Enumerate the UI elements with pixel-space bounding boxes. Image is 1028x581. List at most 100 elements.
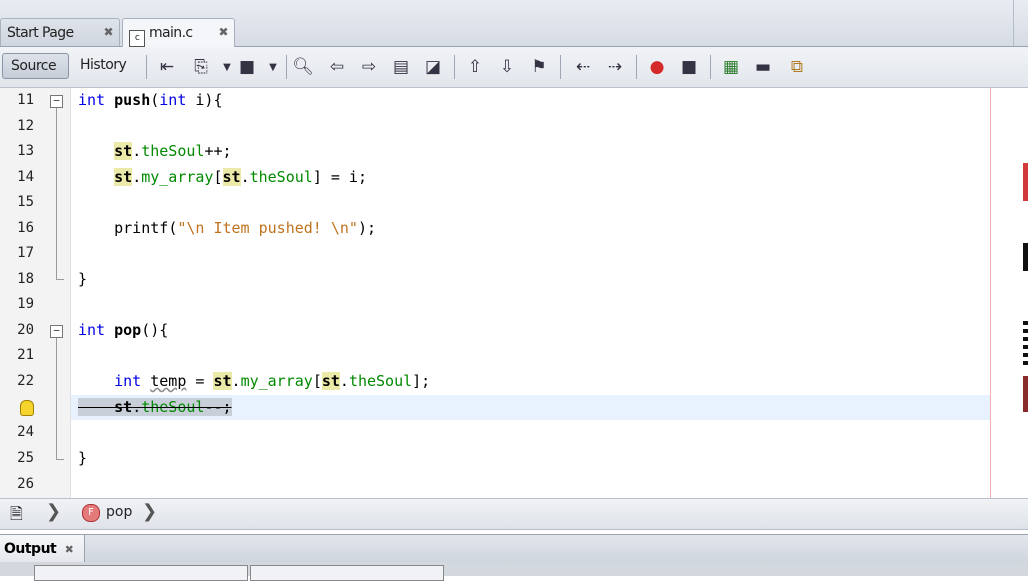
comment-icon[interactable]: ▦ (720, 56, 742, 78)
identifier-highlight: st (114, 142, 133, 160)
previous-bookmark-icon[interactable]: ⇧ (464, 56, 486, 78)
output-panel-header: Output ✖ (0, 534, 1028, 563)
fold-collapse-icon[interactable]: − (50, 95, 63, 108)
window-edge (1013, 0, 1028, 46)
last-edit-icon[interactable]: ⎘ (190, 56, 212, 78)
function-name: push (114, 91, 151, 109)
toolbar-separator (636, 55, 637, 79)
format-icon[interactable]: ⧉ (786, 56, 808, 78)
member-name: my_array (240, 372, 313, 390)
tab-start-page-label: Start Page (7, 25, 74, 41)
toolbar-separator (286, 55, 287, 79)
find-selection-icon[interactable]: ▤ (390, 56, 412, 78)
tab-main-c-label: main.c (149, 25, 193, 41)
next-bookmark-icon[interactable]: ⇩ (496, 56, 518, 78)
output-subtab[interactable] (250, 565, 444, 581)
file-icon[interactable]: 🗎 (10, 503, 23, 530)
member-name: my_array (141, 168, 214, 186)
editor-toolbar: Source History ⇤ ⎘ ▼ ■ ▼ 🔍︎ ⇦ ⇨ ▤ ◪ ⇧ ⇩ … (0, 47, 1028, 88)
stop-macro-icon[interactable]: ■ (678, 56, 700, 78)
error-stripe-marker[interactable] (1023, 321, 1028, 366)
uncomment-icon[interactable]: ▬ (752, 56, 774, 78)
output-tab[interactable]: Output ✖ (0, 535, 85, 563)
line-number: 14 (17, 169, 34, 185)
keyword: int (78, 321, 106, 339)
error-stripe-marker[interactable] (1023, 376, 1028, 412)
closing-brace: } (78, 449, 88, 467)
fold-guide-line (56, 338, 57, 459)
error-stripe-marker[interactable] (1023, 243, 1028, 271)
code-text: ] = i; (312, 168, 367, 186)
keyword: int (159, 91, 187, 109)
line-number: 19 (17, 296, 34, 312)
right-margin-line (990, 88, 991, 498)
output-subtabs (0, 562, 1028, 581)
shift-left-icon[interactable]: ⇠ (572, 56, 594, 78)
code-text: ++; (204, 142, 232, 160)
member-name: theSoul (249, 168, 313, 186)
code-editor[interactable]: 11 12 13 14 15 16 17 18 19 20 21 22 24 2… (0, 88, 1028, 498)
close-icon[interactable]: ✖ (104, 25, 114, 39)
toggle-bookmark-icon[interactable]: ⚑ (528, 56, 550, 78)
function-icon: F (82, 504, 100, 522)
code-text: i){ (186, 91, 223, 109)
lightbulb-hint-icon[interactable] (20, 400, 34, 416)
code-line: int pop(){ (78, 321, 168, 339)
find-next-icon[interactable]: ⇨ (358, 56, 380, 78)
chevron-down-icon[interactable]: ▼ (216, 56, 238, 78)
editor-tab-bar: Start Page ✖ c main.c ✖ (0, 0, 1028, 47)
member-name: theSoul (348, 372, 413, 390)
toolbar-separator (146, 55, 147, 79)
output-subtab[interactable] (34, 565, 248, 581)
fold-end-marker (56, 279, 64, 280)
closing-brace: } (78, 270, 88, 288)
identifier-highlight: st (222, 168, 241, 186)
line-number: 22 (17, 373, 34, 389)
record-macro-icon[interactable]: ● (646, 56, 668, 78)
line-number: 16 (17, 220, 34, 236)
code-line: printf("\n Item pushed! \n"); (114, 219, 377, 237)
identifier-highlight: st (114, 168, 133, 186)
find-previous-icon[interactable]: ⇦ (326, 56, 348, 78)
fold-end-marker (56, 459, 64, 460)
line-number: 25 (17, 450, 34, 466)
line-number: 11 (17, 92, 34, 108)
line-number: 26 (17, 476, 34, 492)
history-button[interactable]: History (72, 53, 136, 79)
code-text: ]; (412, 372, 431, 390)
line-number: 21 (17, 347, 34, 363)
chevron-right-icon: ❯ (46, 501, 62, 522)
function-name: pop (114, 321, 142, 339)
output-tab-label: Output (4, 541, 57, 557)
keyword: int (114, 372, 142, 390)
toolbar-separator (710, 55, 711, 79)
identifier-highlight: st (213, 372, 232, 390)
code-line: int temp = st.my_array[st.theSoul]; (114, 372, 431, 390)
line-number: 18 (17, 271, 34, 287)
source-button[interactable]: Source (2, 53, 69, 79)
error-stripe-marker[interactable] (1023, 163, 1028, 201)
forward-icon[interactable]: ■ (236, 56, 258, 78)
variable-name: temp (150, 372, 187, 390)
code-text: --; (204, 398, 232, 416)
shift-right-icon[interactable]: ⇢ (604, 56, 626, 78)
identifier-highlight: st (321, 372, 340, 390)
fold-collapse-icon[interactable]: − (50, 325, 63, 338)
chevron-right-icon: ❯ (142, 501, 158, 522)
breadcrumb-bar: 🗎 ❯ F pop ❯ (0, 498, 1028, 530)
back-icon[interactable]: ⇤ (156, 56, 178, 78)
line-number: 13 (17, 143, 34, 159)
breadcrumb-function[interactable]: pop (106, 504, 132, 520)
toggle-highlight-icon[interactable]: ◪ (422, 56, 444, 78)
line-number: 20 (17, 322, 34, 338)
member-name: theSoul (141, 398, 205, 416)
close-icon[interactable]: ✖ (219, 25, 229, 39)
chevron-down-icon[interactable]: ▼ (262, 56, 284, 78)
code-text: ); (357, 219, 377, 237)
code-line: } (78, 270, 87, 288)
find-icon[interactable]: 🔍︎ (292, 56, 314, 78)
line-number: 12 (17, 118, 34, 134)
tab-main-c[interactable]: c main.c ✖ (122, 18, 235, 47)
tab-start-page[interactable]: Start Page ✖ (0, 18, 120, 46)
close-icon[interactable]: ✖ (65, 543, 74, 556)
